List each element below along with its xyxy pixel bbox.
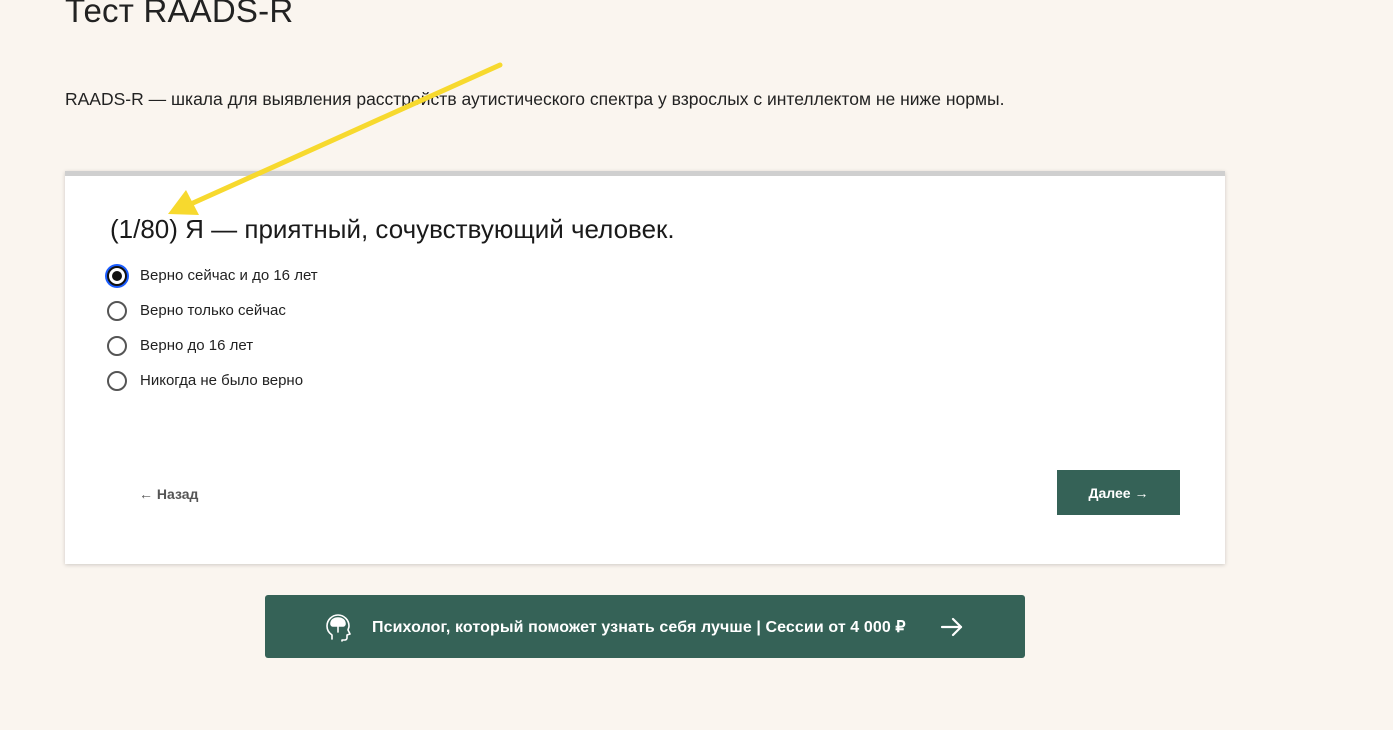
option-true-only-now[interactable]: Верно только сейчас <box>107 293 318 328</box>
option-true-now-and-before-16[interactable]: Верно сейчас и до 16 лет <box>107 258 318 293</box>
page-title: Тест RAADS-R <box>65 0 294 29</box>
radio-dot <box>112 270 122 281</box>
option-label: Верно до 16 лет <box>140 337 254 354</box>
psychologist-promo-banner[interactable]: Психолог, который поможет узнать себя лу… <box>265 595 1025 658</box>
intro-text: RAADS-R — шкала для выявления расстройст… <box>65 89 1005 109</box>
question-text: (1/80) Я — приятный, сочувствующий челов… <box>110 214 675 244</box>
option-true-before-16[interactable]: Верно до 16 лет <box>107 328 318 363</box>
head-brain-icon <box>326 614 351 642</box>
radio-button[interactable] <box>107 370 127 391</box>
radio-button[interactable] <box>107 300 127 321</box>
option-label: Верно сейчас и до 16 лет <box>140 267 318 284</box>
promo-text: Психолог, который поможет узнать себя лу… <box>372 619 906 636</box>
quiz-card: (1/80) Я — приятный, сочувствующий челов… <box>65 171 1225 564</box>
next-button[interactable]: Далее → <box>1057 470 1180 515</box>
arrow-right-icon <box>940 617 963 637</box>
back-button[interactable]: ← Назад <box>139 486 198 502</box>
radio-button[interactable] <box>107 335 127 356</box>
option-never-true[interactable]: Никогда не было верно <box>107 363 318 398</box>
radio-button-selected[interactable] <box>107 265 127 286</box>
option-label: Верно только сейчас <box>140 302 286 319</box>
answer-options: Верно сейчас и до 16 лет Верно только се… <box>107 258 318 398</box>
option-label: Никогда не было верно <box>140 372 304 389</box>
